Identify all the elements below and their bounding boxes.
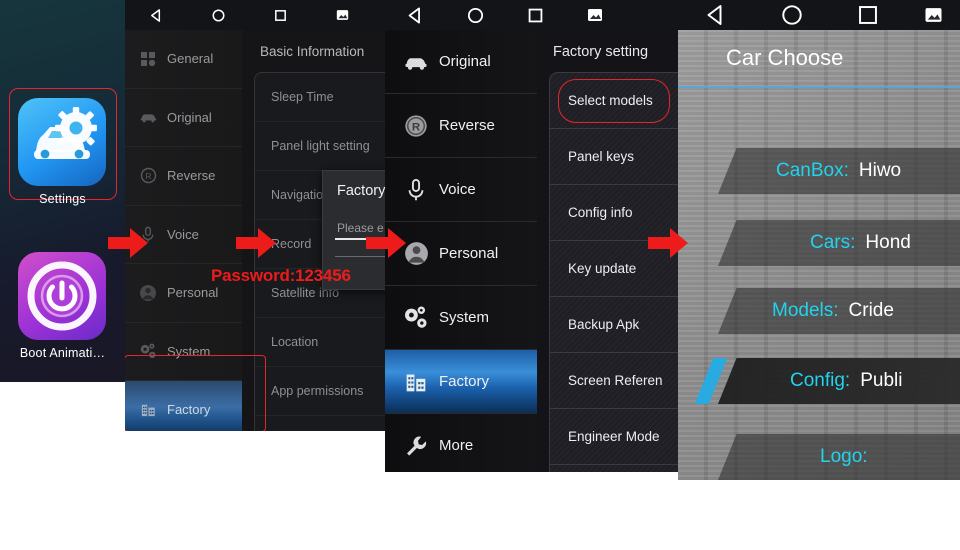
- row-label: CanBox:: [776, 160, 849, 181]
- back-triangle-icon[interactable]: [678, 3, 754, 27]
- settings-row[interactable]: Location: [255, 318, 385, 367]
- factory-menu-item-factory[interactable]: Factory: [385, 350, 537, 414]
- app-label-settings: Settings: [39, 192, 86, 206]
- reverse-r-icon: R: [133, 167, 163, 184]
- settings-menu-label: Voice: [167, 226, 199, 242]
- settings-panel: General Original R Reverse Voice Persona…: [125, 0, 385, 431]
- car-icon: [399, 53, 433, 71]
- row-label: Config:: [790, 370, 851, 391]
- recents-square-icon[interactable]: [249, 8, 311, 23]
- car-choose-row-cars[interactable]: Cars: Hond: [718, 220, 960, 266]
- factory-menu-item-personal[interactable]: Personal: [385, 222, 537, 286]
- app-label-boot-animation: Boot Animati…: [19, 346, 106, 360]
- page-title: Car Choose: [726, 45, 844, 70]
- factory-icon: [399, 370, 433, 394]
- reverse-r-icon: R: [399, 114, 433, 138]
- android-navbar: [125, 0, 385, 30]
- car-choose-row-logo[interactable]: Logo:: [718, 434, 960, 480]
- factory-row[interactable]: Engineer Mode: [550, 409, 678, 465]
- factory-menu-label: Original: [439, 53, 491, 70]
- recents-square-icon[interactable]: [505, 6, 565, 25]
- wrench-icon: [399, 433, 433, 459]
- grid-icon: [133, 51, 163, 67]
- row-background: [718, 288, 960, 334]
- settings-row[interactable]: Sleep Time: [255, 73, 385, 122]
- settings-menu-label: General: [167, 51, 214, 67]
- row-label: Models:: [772, 300, 839, 321]
- factory-highlight-box: [125, 355, 266, 431]
- android-navbar: [678, 0, 960, 30]
- factory-menu-list: Original R Reverse Voice Personal System: [385, 30, 537, 472]
- row-value: Hiwo: [858, 160, 902, 181]
- factory-menu-label: Factory: [439, 373, 490, 390]
- factory-menu-label: Personal: [439, 245, 499, 262]
- person-icon: [133, 284, 163, 302]
- row-value: Hond: [865, 232, 911, 253]
- factory-menu-label: More: [439, 437, 474, 454]
- factory-menu-item-voice[interactable]: Voice: [385, 158, 537, 222]
- car-choose-panel: Car Choose CanBox: Hiwo Cars: Hond Model…: [678, 0, 960, 480]
- content-title: Factory setting: [553, 44, 649, 60]
- settings-menu-label: Personal: [167, 285, 219, 301]
- select-models-highlight-box: [558, 79, 670, 123]
- app-icon-boot-animation[interactable]: [18, 252, 106, 340]
- settings-menu-label: Original: [167, 109, 212, 125]
- factory-settings-panel: Original R Reverse Voice Personal System: [385, 0, 678, 472]
- screenshot-icon[interactable]: [311, 9, 373, 21]
- factory-menu-item-more[interactable]: More: [385, 414, 537, 472]
- row-value: Cride: [848, 300, 894, 321]
- factory-menu-item-system[interactable]: System: [385, 286, 537, 350]
- back-triangle-icon[interactable]: [125, 8, 187, 23]
- settings-menu-item-general[interactable]: General: [125, 30, 242, 89]
- recents-square-icon[interactable]: [830, 3, 906, 27]
- home-circle-icon[interactable]: [187, 8, 249, 23]
- factory-menu-label: Voice: [439, 181, 476, 198]
- factory-rows-card: Select models Panel keys Config info Key…: [549, 72, 678, 472]
- car-gear-icon: [34, 107, 97, 159]
- flow-arrow-4: [648, 228, 688, 258]
- content-title: Basic Information: [260, 44, 365, 59]
- factory-row[interactable]: Panel keys: [550, 129, 678, 185]
- home-circle-icon[interactable]: [754, 3, 830, 27]
- factory-menu-item-reverse[interactable]: R Reverse: [385, 94, 537, 158]
- title-divider: [678, 86, 960, 88]
- row-label: Logo:: [820, 446, 868, 467]
- screenshot-icon[interactable]: [565, 8, 625, 22]
- microphone-icon: [399, 178, 433, 202]
- dialog-title: Factory: [337, 183, 385, 199]
- flow-arrow-2: [236, 228, 276, 258]
- car-icon: [133, 110, 163, 124]
- factory-row[interactable]: Backup Apk: [550, 297, 678, 353]
- flow-arrow-1: [108, 228, 148, 258]
- row-value: Publi: [860, 370, 903, 391]
- factory-menu-label: System: [439, 309, 490, 326]
- launcher-panel: Settings Boot Animati…: [0, 0, 125, 382]
- settings-menu-item-reverse[interactable]: R Reverse: [125, 147, 242, 206]
- screenshot-icon[interactable]: [906, 7, 960, 23]
- factory-menu-label: Reverse: [439, 117, 495, 134]
- car-choose-row-canbox[interactable]: CanBox: Hiwo: [718, 148, 960, 194]
- settings-menu-label: Reverse: [167, 168, 216, 184]
- row-label: Cars:: [810, 232, 856, 253]
- factory-row[interactable]: Screen Referen: [550, 353, 678, 409]
- settings-row[interactable]: Panel light setting: [255, 122, 385, 171]
- password-annotation: Password:123456: [211, 266, 351, 285]
- car-choose-row-config[interactable]: Config: Publi: [694, 358, 960, 404]
- power-ring-icon: [27, 261, 97, 331]
- home-circle-icon[interactable]: [445, 6, 505, 25]
- svg-text:R: R: [412, 121, 421, 133]
- android-navbar: [385, 0, 678, 30]
- app-icon-settings[interactable]: [18, 98, 106, 186]
- settings-row[interactable]: App permissions: [255, 367, 385, 416]
- flow-arrow-3: [366, 228, 406, 258]
- factory-menu-item-original[interactable]: Original: [385, 30, 537, 94]
- gears-icon: [399, 306, 433, 330]
- back-triangle-icon[interactable]: [385, 6, 445, 25]
- svg-text:R: R: [145, 171, 151, 181]
- settings-menu-item-original[interactable]: Original: [125, 89, 242, 147]
- car-choose-row-models[interactable]: Models: Cride: [718, 288, 960, 334]
